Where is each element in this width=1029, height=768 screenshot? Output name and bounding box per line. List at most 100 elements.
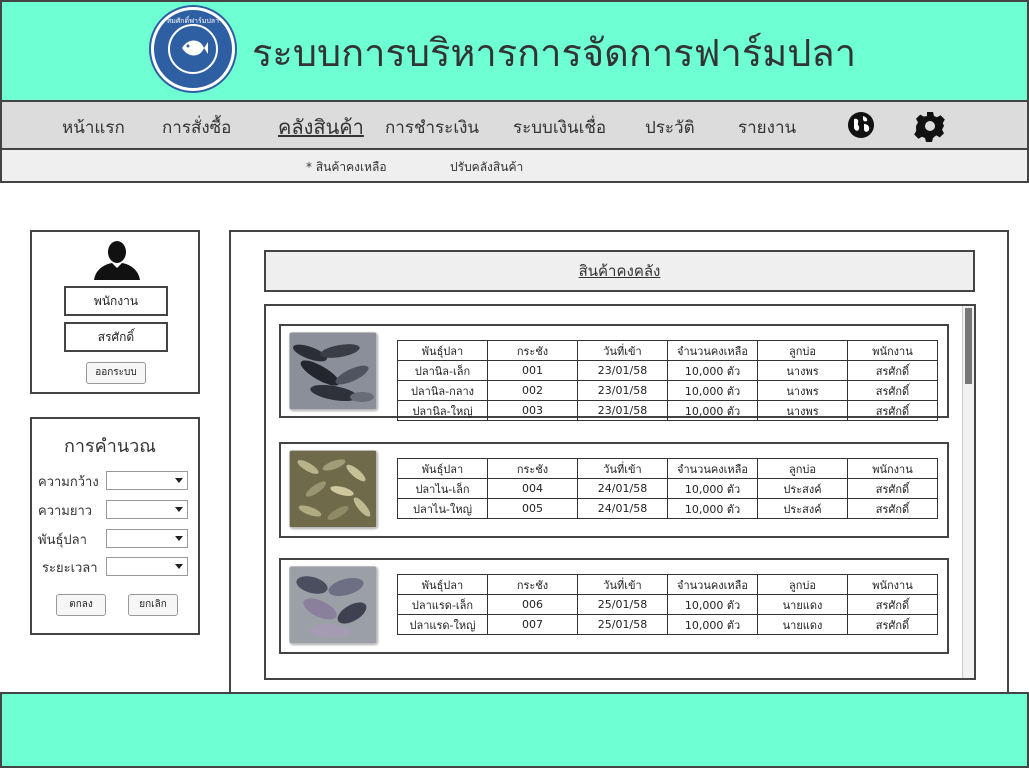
cell-date-in: 24/01/58 <box>577 478 668 499</box>
col-pond: ลูกบ่อ <box>757 574 848 595</box>
header-bar: สมศักดิ์ฟาร์มปลา ระบบการบริหารการจัดการฟ… <box>0 0 1029 102</box>
duration-select[interactable] <box>106 557 188 576</box>
main-nav: หน้าแรก การสั่งซื้อ คลังสินค้า การชำระเง… <box>0 100 1029 150</box>
col-date-in: วันที่เข้า <box>577 458 668 479</box>
cell-pond: นายแดง <box>757 594 848 615</box>
stock-title: สินค้าคงคลัง <box>264 250 975 292</box>
cell-staff: สรศักดิ์ <box>847 380 938 401</box>
chevron-down-icon <box>175 478 183 483</box>
fish-photo-giant-gourami <box>289 566 377 644</box>
ok-button[interactable]: ตกลง <box>56 594 106 616</box>
table-row[interactable]: ปลานิล-กลาง 002 23/01/58 10,000 ตัว นางพ… <box>397 380 938 401</box>
cell-species: ปลานิล-เล็ก <box>397 360 488 381</box>
length-select[interactable] <box>106 500 188 519</box>
nav-item-history[interactable]: ประวัติ <box>645 114 695 141</box>
nav-item-report[interactable]: รายงาน <box>738 114 796 141</box>
footer-bar <box>0 692 1029 768</box>
col-pond: ลูกบ่อ <box>757 340 848 361</box>
calc-label-species: พันธุ์ปลา <box>38 533 87 548</box>
stock-table-carp: พันธุ์ปลา กระชัง วันที่เข้า จำนวนคงเหลือ… <box>397 458 938 519</box>
table-row[interactable]: ปลานิล-ใหญ่ 003 23/01/58 10,000 ตัว นางพ… <box>397 400 938 421</box>
nav-item-home[interactable]: หน้าแรก <box>62 114 125 141</box>
stock-list: พันธุ์ปลา กระชัง วันที่เข้า จำนวนคงเหลือ… <box>264 304 976 680</box>
user-avatar-icon <box>94 240 140 280</box>
stock-card-carp: พันธุ์ปลา กระชัง วันที่เข้า จำนวนคงเหลือ… <box>279 442 949 538</box>
fish-icon <box>180 36 208 64</box>
col-remaining: จำนวนคงเหลือ <box>667 458 758 479</box>
subnav-item-adjust-stock[interactable]: ปรับคลังสินค้า <box>450 158 523 177</box>
chevron-down-icon <box>175 536 183 541</box>
col-cage: กระชัง <box>487 340 578 361</box>
table-row[interactable]: ปลานิล-เล็ก 001 23/01/58 10,000 ตัว นางพ… <box>397 360 938 381</box>
cell-cage: 007 <box>487 614 578 635</box>
cell-cage: 004 <box>487 478 578 499</box>
width-select[interactable] <box>106 471 188 490</box>
calc-label-length: ความยาว <box>38 504 93 519</box>
globe-icon[interactable] <box>846 110 876 140</box>
col-remaining: จำนวนคงเหลือ <box>667 340 758 361</box>
table-row[interactable]: ปลาแรด-ใหญ่ 007 25/01/58 10,000 ตัว นายแ… <box>397 614 938 635</box>
cell-remaining: 10,000 ตัว <box>667 360 758 381</box>
nav-item-orders[interactable]: การสั่งซื้อ <box>162 114 231 141</box>
cell-pond: ประสงค์ <box>757 478 848 499</box>
fish-photo-carp <box>289 450 377 528</box>
nav-item-credit[interactable]: ระบบเงินเชื่อ <box>513 114 606 141</box>
col-staff: พนักงาน <box>847 340 938 361</box>
col-species: พันธุ์ปลา <box>397 574 488 595</box>
table-header-row: พันธุ์ปลา กระชัง วันที่เข้า จำนวนคงเหลือ… <box>397 574 938 595</box>
col-species: พันธุ์ปลา <box>397 458 488 479</box>
cell-staff: สรศักดิ์ <box>847 594 938 615</box>
fish-photo-nile <box>289 332 377 410</box>
cell-cage: 001 <box>487 360 578 381</box>
table-row[interactable]: ปลาแรด-เล็ก 006 25/01/58 10,000 ตัว นายแ… <box>397 594 938 615</box>
cell-remaining: 10,000 ตัว <box>667 380 758 401</box>
cell-pond: นางพร <box>757 360 848 381</box>
cell-staff: สรศักดิ์ <box>847 400 938 421</box>
farm-logo: สมศักดิ์ฟาร์มปลา <box>151 7 235 91</box>
cell-date-in: 25/01/58 <box>577 614 668 635</box>
cell-pond: นางพร <box>757 400 848 421</box>
table-row[interactable]: ปลาไน-ใหญ่ 005 24/01/58 10,000 ตัว ประสง… <box>397 498 938 519</box>
scrollbar-thumb[interactable] <box>965 308 972 384</box>
cell-date-in: 23/01/58 <box>577 380 668 401</box>
stock-panel: สินค้าคงคลัง พันธุ์ปลา กระชัง วันที่เข้า… <box>229 230 1009 694</box>
cancel-button[interactable]: ยกเลิก <box>128 594 178 616</box>
sub-nav: * สินค้าคงเหลือ ปรับคลังสินค้า <box>0 148 1029 183</box>
subnav-item-stock-remaining[interactable]: * สินค้าคงเหลือ <box>306 158 387 177</box>
app-root: สมศักดิ์ฟาร์มปลา ระบบการบริหารการจัดการฟ… <box>0 0 1029 768</box>
user-name: สรศักดิ์ <box>64 322 168 352</box>
table-header-row: พันธุ์ปลา กระชัง วันที่เข้า จำนวนคงเหลือ… <box>397 458 938 479</box>
cell-staff: สรศักดิ์ <box>847 360 938 381</box>
cell-species: ปลานิล-ใหญ่ <box>397 400 488 421</box>
logout-button[interactable]: ออกระบบ <box>86 362 146 384</box>
cell-cage: 002 <box>487 380 578 401</box>
col-cage: กระชัง <box>487 458 578 479</box>
page-title: ระบบการบริหารการจัดการฟาร์มปลา <box>252 31 857 75</box>
nav-item-inventory[interactable]: คลังสินค้า <box>278 111 364 143</box>
col-species: พันธุ์ปลา <box>397 340 488 361</box>
cell-date-in: 23/01/58 <box>577 400 668 421</box>
cell-staff: สรศักดิ์ <box>847 478 938 499</box>
stock-table-giant-gourami: พันธุ์ปลา กระชัง วันที่เข้า จำนวนคงเหลือ… <box>397 574 938 635</box>
cell-species: ปลาแรด-เล็ก <box>397 594 488 615</box>
col-remaining: จำนวนคงเหลือ <box>667 574 758 595</box>
user-role: พนักงาน <box>64 286 168 316</box>
chevron-down-icon <box>175 507 183 512</box>
stock-list-scrollbar[interactable] <box>962 306 974 678</box>
cell-species: ปลาไน-เล็ก <box>397 478 488 499</box>
nav-item-payment[interactable]: การชำระเงิน <box>385 114 479 141</box>
cell-pond: ประสงค์ <box>757 498 848 519</box>
cell-cage: 006 <box>487 594 578 615</box>
gear-icon[interactable] <box>914 110 945 142</box>
col-date-in: วันที่เข้า <box>577 574 668 595</box>
species-select[interactable] <box>106 529 188 548</box>
table-row[interactable]: ปลาไน-เล็ก 004 24/01/58 10,000 ตัว ประสง… <box>397 478 938 499</box>
cell-remaining: 10,000 ตัว <box>667 478 758 499</box>
cell-staff: สรศักดิ์ <box>847 614 938 635</box>
table-header-row: พันธุ์ปลา กระชัง วันที่เข้า จำนวนคงเหลือ… <box>397 340 938 361</box>
cell-remaining: 10,000 ตัว <box>667 594 758 615</box>
calc-label-width: ความกว้าง <box>38 475 99 490</box>
chevron-down-icon <box>175 564 183 569</box>
user-panel: พนักงาน สรศักดิ์ ออกระบบ <box>30 230 200 394</box>
cell-date-in: 24/01/58 <box>577 498 668 519</box>
